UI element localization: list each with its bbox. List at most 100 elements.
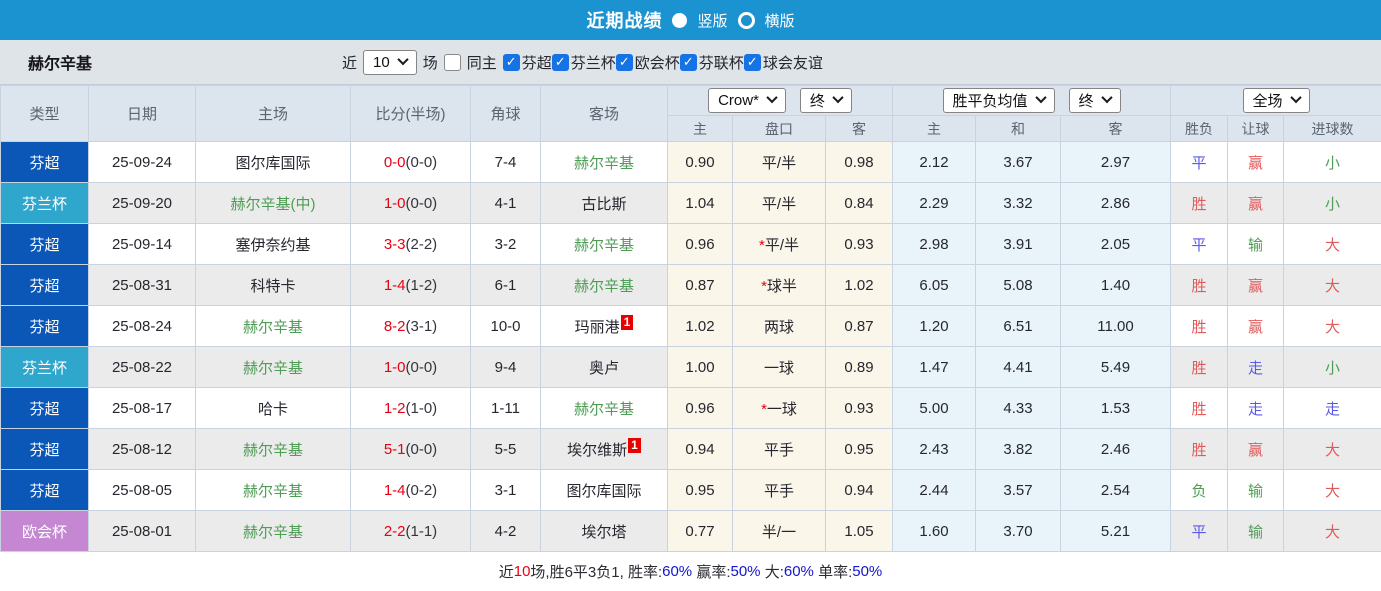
summary-segment: 赢率: [692, 561, 730, 582]
col-header-type: 类型 [1, 86, 89, 142]
cell-away-team[interactable]: 古比斯 [541, 183, 668, 224]
checkbox-checked[interactable]: ✓ [616, 54, 633, 71]
table-row: 芬超 25-08-05 赫尔辛基 1-4(0-2) 3-1 图尔库国际 0.95… [1, 470, 1381, 511]
same-home-label[interactable]: 同主 [467, 52, 497, 73]
results-table: 类型 日期 主场 比分(半场) 角球 客场 Crow* 终 [0, 85, 1381, 552]
summary-segment: 场,胜6平3负1, 胜率: [530, 561, 662, 582]
chevron-down-icon [1290, 92, 1301, 103]
col-header-home: 主场 [196, 86, 351, 142]
cell-home-team[interactable]: 科特卡 [196, 265, 351, 306]
cell-odds-away: 0.89 [826, 347, 893, 388]
fulltime-control-cell: 全场 [1171, 86, 1381, 116]
chevron-down-icon [832, 92, 843, 103]
cell-away-team[interactable]: 赫尔辛基 [541, 142, 668, 183]
red-card-badge: 1 [628, 438, 641, 453]
cell-odds-home: 0.87 [668, 265, 733, 306]
bookmaker-select[interactable]: Crow* [708, 88, 786, 113]
cell-odds-away: 0.95 [826, 429, 893, 470]
col-header-away: 客场 [541, 86, 668, 142]
checkbox-checked[interactable]: ✓ [503, 54, 520, 71]
subheader-mean-draw: 和 [976, 116, 1061, 142]
cell-score: 2-2(1-1) [351, 511, 471, 552]
cell-odds-away: 0.94 [826, 470, 893, 511]
league-filter-欧会杯[interactable]: ✓欧会杯 [616, 52, 680, 73]
cell-away-team[interactable]: 埃尔塔 [541, 511, 668, 552]
league-filter-label[interactable]: 芬超 [522, 52, 552, 73]
cell-home-team[interactable]: 赫尔辛基(中) [196, 183, 351, 224]
cell-league-badge: 芬兰杯 [1, 347, 89, 388]
league-filter-芬超[interactable]: ✓芬超 [503, 52, 552, 73]
cell-handicap: *球半 [733, 265, 826, 306]
league-filter-label[interactable]: 芬兰杯 [571, 52, 616, 73]
cell-odds-home: 1.02 [668, 306, 733, 347]
summary-segment: 单率: [814, 561, 852, 582]
league-filter-球会友谊[interactable]: ✓球会友谊 [744, 52, 823, 73]
cell-home-team[interactable]: 赫尔辛基 [196, 347, 351, 388]
cell-home-team[interactable]: 赫尔辛基 [196, 429, 351, 470]
games-label: 场 [423, 52, 438, 73]
same-home-checkbox[interactable] [444, 54, 461, 71]
checkbox-checked[interactable]: ✓ [680, 54, 697, 71]
odds-time-select[interactable]: 终 [800, 88, 852, 113]
horizontal-layout-radio[interactable] [738, 12, 755, 29]
cell-mean-away: 5.21 [1061, 511, 1171, 552]
subheader-mean-away: 客 [1061, 116, 1171, 142]
odds-controls-cell: Crow* 终 [668, 86, 893, 116]
subheader-result-wdl: 胜负 [1171, 116, 1228, 142]
cell-result-wdl: 平 [1171, 142, 1228, 183]
cell-home-team[interactable]: 赫尔辛基 [196, 511, 351, 552]
fulltime-select[interactable]: 全场 [1243, 88, 1310, 113]
cell-result-goals: 走 [1284, 388, 1381, 429]
league-filter-芬兰杯[interactable]: ✓芬兰杯 [552, 52, 616, 73]
subheader-result-handicap: 让球 [1228, 116, 1284, 142]
mean-time-select[interactable]: 终 [1069, 88, 1121, 113]
summary-footer: 近10场,胜6平3负1, 胜率:60% 赢率:50% 大:60% 单率:50% [0, 552, 1381, 591]
cell-odds-away: 0.87 [826, 306, 893, 347]
horizontal-layout-label[interactable]: 横版 [765, 10, 795, 31]
checkbox-checked[interactable]: ✓ [744, 54, 761, 71]
cell-home-team[interactable]: 赫尔辛基 [196, 306, 351, 347]
cell-mean-home: 1.47 [893, 347, 976, 388]
cell-result-goals: 大 [1284, 306, 1381, 347]
vertical-layout-label[interactable]: 竖版 [697, 10, 727, 31]
vertical-layout-radio[interactable] [672, 13, 687, 28]
table-row: 芬超 25-09-14 塞伊奈约基 3-3(2-2) 3-2 赫尔辛基 0.96… [1, 224, 1381, 265]
cell-date: 25-08-17 [89, 388, 196, 429]
league-filter-芬联杯[interactable]: ✓芬联杯 [680, 52, 744, 73]
cell-odds-home: 0.95 [668, 470, 733, 511]
league-filter-label[interactable]: 芬联杯 [699, 52, 744, 73]
results-tbody: 芬超 25-09-24 图尔库国际 0-0(0-0) 7-4 赫尔辛基 0.90… [1, 142, 1381, 552]
cell-mean-away: 1.40 [1061, 265, 1171, 306]
cell-away-team[interactable]: 赫尔辛基 [541, 265, 668, 306]
cell-home-team[interactable]: 哈卡 [196, 388, 351, 429]
cell-handicap: *平/半 [733, 224, 826, 265]
cell-odds-away: 0.93 [826, 224, 893, 265]
cell-handicap: *一球 [733, 388, 826, 429]
summary-segment: 60% [784, 563, 814, 580]
league-filter-label[interactable]: 欧会杯 [635, 52, 680, 73]
cell-home-team[interactable]: 塞伊奈约基 [196, 224, 351, 265]
cell-away-team[interactable]: 赫尔辛基 [541, 224, 668, 265]
cell-away-team[interactable]: 奥卢 [541, 347, 668, 388]
cell-away-team[interactable]: 图尔库国际 [541, 470, 668, 511]
cell-mean-home: 5.00 [893, 388, 976, 429]
cell-score: 1-2(1-0) [351, 388, 471, 429]
cell-home-team[interactable]: 赫尔辛基 [196, 470, 351, 511]
checkbox-checked[interactable]: ✓ [552, 54, 569, 71]
cell-result-goals: 大 [1284, 511, 1381, 552]
cell-away-team[interactable]: 埃尔维斯1 [541, 429, 668, 470]
mean-odds-select[interactable]: 胜平负均值 [943, 88, 1055, 113]
cell-home-team[interactable]: 图尔库国际 [196, 142, 351, 183]
cell-result-handicap: 输 [1228, 470, 1284, 511]
league-filter-group: ✓芬超✓芬兰杯✓欧会杯✓芬联杯✓球会友谊 [503, 52, 823, 73]
cell-score: 5-1(0-0) [351, 429, 471, 470]
cell-away-team[interactable]: 赫尔辛基 [541, 388, 668, 429]
cell-corners: 10-0 [471, 306, 541, 347]
league-filter-label[interactable]: 球会友谊 [763, 52, 823, 73]
table-row: 芬超 25-09-24 图尔库国际 0-0(0-0) 7-4 赫尔辛基 0.90… [1, 142, 1381, 183]
cell-result-wdl: 平 [1171, 224, 1228, 265]
cell-league-badge: 芬超 [1, 306, 89, 347]
cell-mean-away: 2.54 [1061, 470, 1171, 511]
cell-away-team[interactable]: 玛丽港1 [541, 306, 668, 347]
match-count-select[interactable]: 10 [363, 50, 417, 75]
